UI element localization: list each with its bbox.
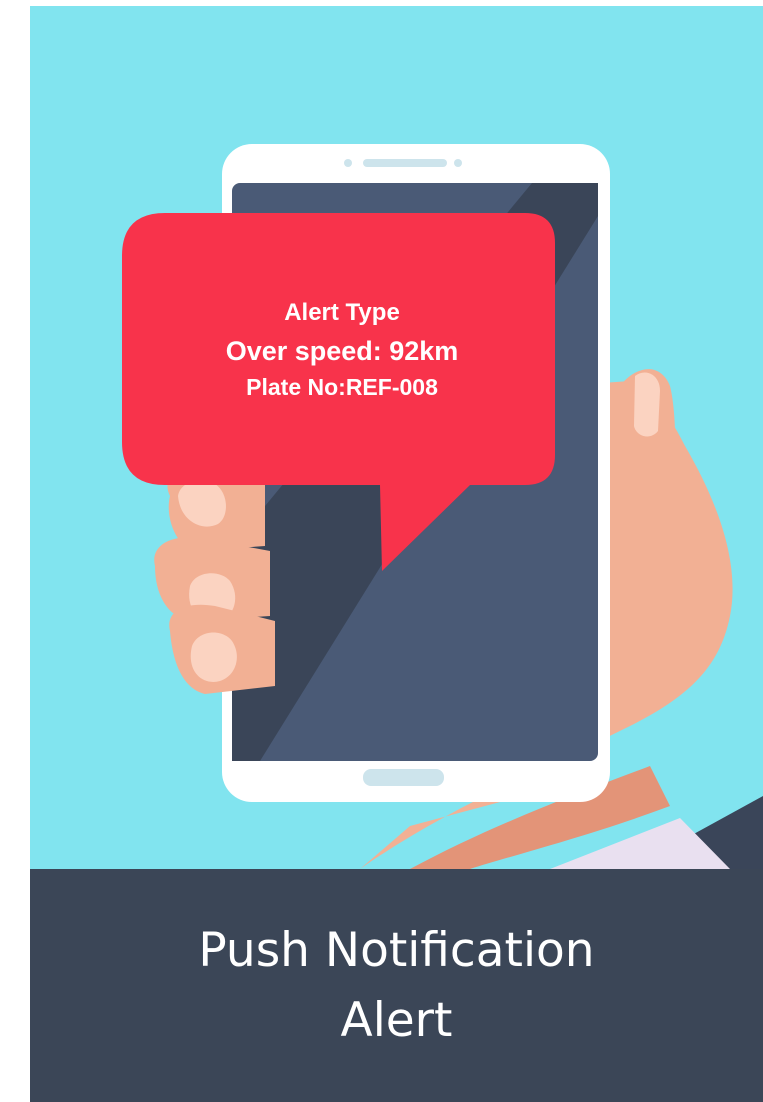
illustration-area: Alert Type Over speed: 92km Plate No:REF…: [30, 6, 763, 869]
hand-holding-phone-illustration: [122, 144, 763, 869]
caption-line-2: Alert: [340, 992, 453, 1048]
thumb-nail: [634, 372, 660, 437]
phone-camera-left: [344, 159, 352, 167]
phone-speaker: [363, 159, 447, 167]
alert-type-label: Alert Type: [284, 299, 400, 326]
alert-card: Alert Type Over speed: 92km Plate No:REF…: [30, 6, 763, 1102]
speed-value: Over speed: 92km: [225, 336, 459, 366]
phone-home-button: [363, 769, 444, 786]
plate-number: Plate No:REF-008: [246, 374, 438, 400]
phone-camera-right: [454, 159, 462, 167]
caption-line-1: Push Notification: [198, 922, 595, 978]
caption-banner: Push Notification Alert: [30, 869, 763, 1102]
finger-3-nail: [190, 632, 237, 682]
